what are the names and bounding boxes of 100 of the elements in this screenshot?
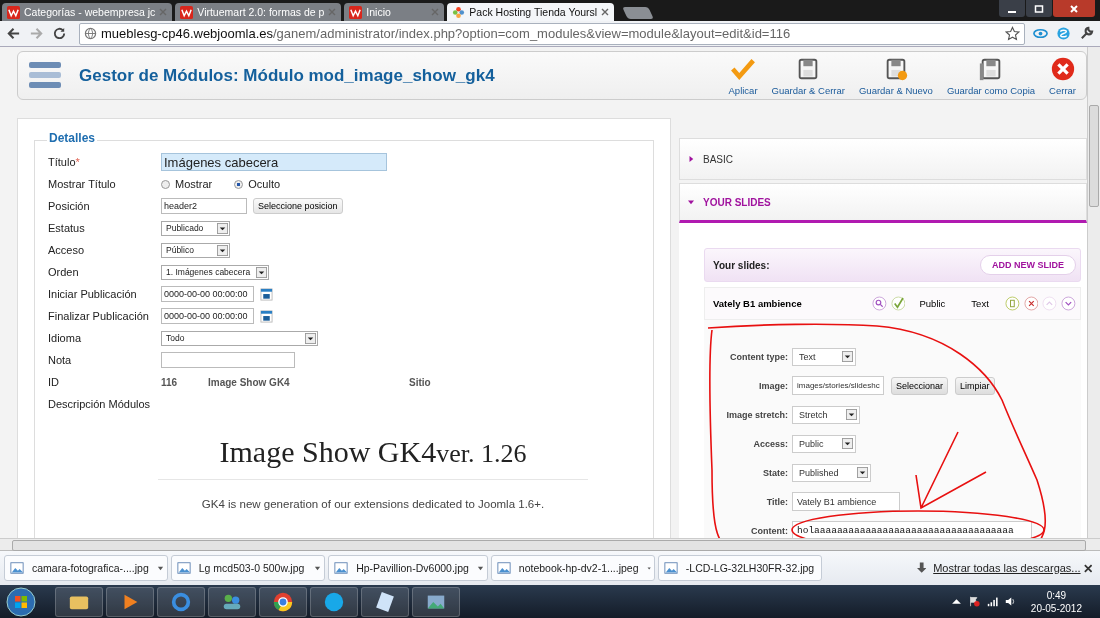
caret-icon: [217, 244, 228, 256]
taskbar-button[interactable]: [361, 586, 409, 617]
caret-icon: [856, 467, 868, 478]
radio-label[interactable]: Oculto: [248, 178, 281, 190]
caret-icon: [217, 222, 228, 234]
delete-icon[interactable]: [1023, 296, 1039, 311]
dropdown[interactable]: Public: [792, 434, 856, 453]
maximize-button[interactable]: [1026, 0, 1052, 17]
close-icon[interactable]: [601, 8, 610, 16]
apply-button[interactable]: Aplicar: [728, 55, 758, 96]
caret-icon: [256, 266, 268, 278]
download-item[interactable]: camara-fotografica-....jpg: [4, 555, 168, 581]
taskbar-button[interactable]: [310, 586, 358, 617]
start-button[interactable]: [6, 586, 36, 617]
image-action-button[interactable]: Limpiar: [955, 376, 995, 395]
close-icon[interactable]: [1083, 563, 1092, 573]
calendar-icon[interactable]: [260, 309, 273, 323]
close-button[interactable]: [1053, 0, 1095, 17]
browser-tab[interactable]: Virtuemart 2.0: formas de p: [175, 3, 342, 21]
field-label: Nota: [48, 354, 73, 366]
taskbar-button[interactable]: [208, 586, 256, 617]
new-tab-button[interactable]: [622, 7, 654, 19]
volume-icon[interactable]: [1004, 596, 1016, 607]
field-label: Image:: [758, 380, 788, 391]
star-icon[interactable]: [1005, 26, 1020, 41]
title-field[interactable]: Vately B1 ambience: [792, 492, 900, 511]
calendar-icon[interactable]: [260, 287, 273, 301]
minimize-button[interactable]: [999, 0, 1025, 17]
field-label: Posición: [48, 200, 91, 212]
dropdown[interactable]: Todo: [161, 330, 318, 346]
download-item[interactable]: Lg mcd503-0 500w.jpg: [170, 555, 326, 581]
close-button[interactable]: Cerrar: [1049, 55, 1076, 96]
flag-icon[interactable]: [968, 596, 980, 607]
browser-tab[interactable]: Pack Hosting Tienda Yoursl: [447, 3, 615, 21]
edit-icon[interactable]: [1004, 296, 1020, 311]
signal-icon[interactable]: [986, 596, 998, 607]
content-field[interactable]: holaaaaaaaaaaaaaaaaaaaaaaaaaaaaaaaaaaa: [792, 521, 1032, 538]
wrench-icon[interactable]: [1079, 26, 1094, 41]
taskbar-button[interactable]: [106, 586, 154, 617]
download-item[interactable]: -LCD-LG-32LH30FR-32.jpg: [657, 555, 822, 581]
radio-button[interactable]: [161, 179, 170, 189]
add-slide-button[interactable]: ADD NEW SLIDE: [980, 255, 1076, 275]
caret-icon[interactable]: [156, 564, 164, 572]
dropdown[interactable]: Published: [792, 463, 871, 482]
save-copy-button[interactable]: Guardar como Copia: [946, 55, 1036, 96]
accordion-header[interactable]: YOUR SLIDES: [679, 183, 1087, 223]
dropdown[interactable]: 1. Imágenes cabecera: [161, 264, 270, 280]
field-label: Mostrar Título: [48, 178, 117, 190]
checkmark-icon[interactable]: [890, 296, 906, 311]
info-text: Sitio: [409, 376, 431, 388]
date-field[interactable]: 0000-00-00 00:00:00: [161, 308, 254, 324]
image-file-icon: [663, 561, 678, 575]
info-text: Image Show GK4: [208, 376, 291, 388]
taskbar-button[interactable]: [55, 586, 103, 617]
fieldset-legend: Detalles: [47, 131, 98, 145]
image-action-button[interactable]: Seleccionar: [891, 376, 949, 395]
download-item[interactable]: Hp-Pavillion-Dv6000.jpg: [328, 555, 488, 581]
favicon-icon: [180, 5, 194, 19]
radio-label[interactable]: Mostrar: [175, 178, 213, 190]
address-field[interactable]: mueblesg-cp46.webjoomla.es/ganem/administrator/index.php?option=com_modules&view=module&layout=edit&id=116: [79, 22, 1025, 45]
position-field[interactable]: header2: [161, 198, 247, 214]
dropdown[interactable]: Text: [792, 347, 856, 366]
dropdown[interactable]: Stretch: [792, 405, 860, 424]
caret-icon[interactable]: [476, 564, 484, 572]
slide-row[interactable]: Vately B1 ambience Public Text: [704, 287, 1081, 320]
favicon-icon: [7, 5, 20, 19]
note-field[interactable]: [161, 352, 295, 368]
download-item[interactable]: notebook-hp-dv2-1....jpeg: [490, 555, 655, 581]
taskbar-button[interactable]: [259, 586, 307, 617]
field-label: Content type:: [729, 351, 788, 362]
close-icon: [1069, 3, 1079, 14]
dropdown[interactable]: Publicado: [161, 220, 230, 236]
slide-type: Text: [971, 298, 989, 309]
radio-button[interactable]: [234, 179, 244, 189]
module-heading: Image Show GK4ver. 1.26: [158, 435, 588, 480]
date-field[interactable]: 0000-00-00 00:00:00: [161, 286, 254, 302]
search-icon[interactable]: [871, 296, 887, 311]
image-path-field[interactable]: images/stories/slideshc: [792, 376, 884, 395]
tray-arrow-icon[interactable]: [950, 596, 962, 607]
horizontal-scrollbar[interactable]: [0, 538, 1100, 550]
reload-icon[interactable]: [52, 26, 67, 41]
extension-icon[interactable]: [1056, 26, 1071, 41]
select-position-button[interactable]: Seleccione posicion: [253, 198, 343, 214]
show-all-downloads-link[interactable]: Mostrar todas las descargas...: [933, 562, 1081, 574]
browser-tab[interactable]: Inicio: [344, 3, 445, 21]
eye-icon[interactable]: [1033, 26, 1048, 41]
clock[interactable]: 0:49 20-05-2012: [1030, 588, 1082, 615]
taskbar-button[interactable]: [412, 586, 460, 617]
dropdown[interactable]: Público: [161, 242, 230, 258]
back-icon[interactable]: [6, 26, 21, 41]
vertical-scrollbar[interactable]: [1087, 47, 1100, 538]
caret-icon[interactable]: [646, 564, 651, 572]
title-field[interactable]: Imágenes cabecera: [161, 153, 387, 171]
save-button[interactable]: Guardar & Cerrar: [771, 55, 845, 96]
field-label: Estatus: [48, 222, 86, 234]
accordion-header[interactable]: BASIC: [679, 138, 1087, 180]
image-file-icon: [176, 561, 191, 575]
save-new-button[interactable]: Guardar & Nuevo: [858, 55, 933, 96]
browser-tab[interactable]: Categorías - webempresa jc: [2, 3, 173, 21]
caret-icon[interactable]: [314, 564, 322, 572]
